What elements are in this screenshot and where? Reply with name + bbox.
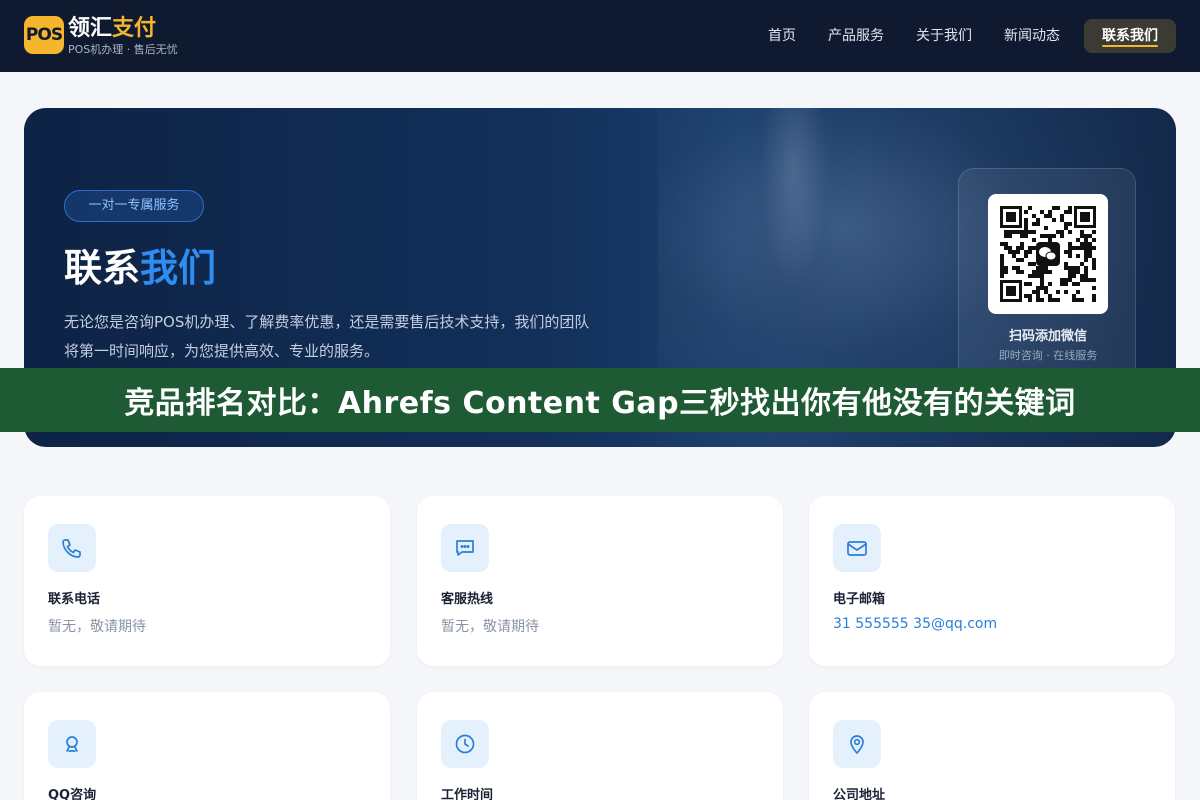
phone-icon: [48, 524, 96, 572]
clock-icon: [441, 720, 489, 768]
qr-sublabel: 即时咨询 · 在线服务: [998, 349, 1098, 362]
card-title: 电子邮箱: [833, 592, 886, 607]
contact-card-email: 电子邮箱 31 555555 35@qq.com: [809, 496, 1175, 666]
card-value: 暂无，敬请期待: [48, 619, 146, 635]
card-title: 客服热线: [441, 592, 494, 607]
overlay-banner-text: 竞品排名对比：Ahrefs Content Gap三秒找出你有他没有的关键词: [124, 386, 1076, 421]
contact-card-qq: QQ咨询: [24, 692, 390, 800]
chat-icon: [441, 524, 489, 572]
qr-code[interactable]: [988, 194, 1108, 314]
qq-icon: [48, 720, 96, 768]
hero-title-main: 联系: [64, 246, 141, 290]
hero-description: 无论您是咨询POS机办理、了解费率优惠，还是需要售后技术支持，我们的团队将第一时…: [64, 313, 590, 360]
contact-card-hours: 工作时间: [417, 692, 783, 800]
card-title: 公司地址: [833, 788, 886, 800]
logo-title-accent: 支付: [112, 16, 157, 41]
main-nav: 首页 产品服务 关于我们 新闻动态 联系我们: [768, 19, 1176, 53]
contact-card-address: 公司地址: [809, 692, 1175, 800]
nav-about[interactable]: 关于我们: [916, 19, 972, 53]
nav-home[interactable]: 首页: [768, 19, 796, 53]
wechat-qr-card: 扫码添加微信 即时咨询 · 在线服务: [958, 168, 1136, 386]
nav-news[interactable]: 新闻动态: [1004, 19, 1060, 53]
qr-label: 扫码添加微信: [1008, 329, 1087, 344]
contact-card-hotline: 客服热线 暂无，敬请期待: [417, 496, 783, 666]
contact-card-phone: 联系电话 暂无，敬请期待: [24, 496, 390, 666]
logo-badge[interactable]: POS: [24, 16, 64, 54]
card-title: 工作时间: [441, 788, 494, 800]
nav-products[interactable]: 产品服务: [828, 19, 884, 53]
logo[interactable]: 领汇支付 POS机办理 · 售后无忧: [68, 16, 178, 57]
overlay-banner: 竞品排名对比：Ahrefs Content Gap三秒找出你有他没有的关键词: [0, 368, 1200, 432]
card-title: QQ咨询: [48, 788, 97, 800]
logo-title: 领汇支付: [68, 16, 178, 42]
card-title: 联系电话: [48, 592, 101, 607]
mail-icon: [833, 524, 881, 572]
logo-subtitle: POS机办理 · 售后无忧: [68, 43, 178, 56]
card-value: 暂无，敬请期待: [441, 619, 539, 635]
nav-contact[interactable]: 联系我们: [1084, 19, 1176, 53]
email-link[interactable]: 31 555555 35@qq.com: [833, 616, 997, 632]
location-icon: [833, 720, 881, 768]
logo-title-main: 领汇: [68, 16, 113, 41]
site-header: POS 领汇支付 POS机办理 · 售后无忧 首页 产品服务 关于我们 新闻动态…: [0, 0, 1200, 72]
hero-badge: 一对一专属服务: [64, 190, 204, 222]
hero-title: 联系我们: [64, 244, 216, 292]
qr-code-image: [1000, 206, 1096, 302]
hero-title-accent: 我们: [140, 246, 217, 290]
